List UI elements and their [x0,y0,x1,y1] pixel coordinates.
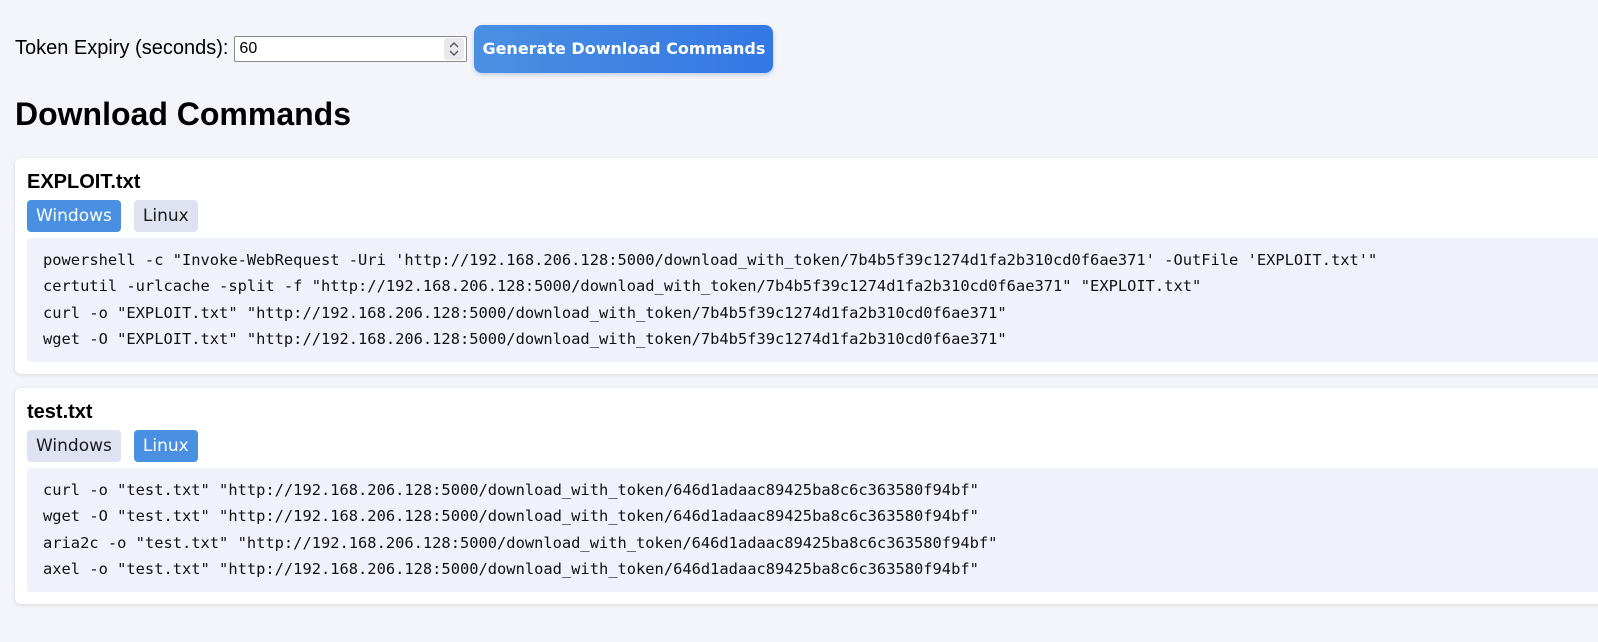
chevron-up-icon[interactable] [446,40,462,49]
command-line: curl -o "EXPLOIT.txt" "http://192.168.20… [43,303,1007,322]
command-line: axel -o "test.txt" "http://192.168.206.1… [43,559,979,578]
os-tabs: Windows Linux [27,430,198,462]
command-line: aria2c -o "test.txt" "http://192.168.206… [43,533,998,552]
file-card-exploit: EXPLOIT.txt Windows Linux powershell -c … [15,158,1598,374]
token-toolbar: Token Expiry (seconds): Generate Downloa… [15,24,774,73]
command-line: certutil -urlcache -split -f "http://192… [43,277,1202,296]
tab-windows[interactable]: Windows [27,430,121,462]
token-expiry-field[interactable] [234,35,468,62]
command-line: powershell -c "Invoke-WebRequest -Uri 'h… [43,251,1378,269]
command-block: curl -o "test.txt" "http://192.168.206.1… [27,468,1598,592]
token-expiry-input[interactable] [235,36,444,61]
tab-linux[interactable]: Linux [133,430,198,462]
command-line: wget -O "test.txt" "http://192.168.206.1… [43,507,979,526]
command-line: wget -O "EXPLOIT.txt" "http://192.168.20… [43,329,1007,348]
token-expiry-stepper[interactable] [444,37,465,60]
chevron-down-icon[interactable] [446,49,462,58]
token-expiry-label: Token Expiry (seconds): [15,37,229,59]
generate-download-commands-button[interactable]: Generate Download Commands [474,24,774,73]
command-line: curl -o "test.txt" "http://192.168.206.1… [43,481,979,499]
tab-linux[interactable]: Linux [133,200,198,232]
file-name: test.txt [27,401,93,423]
file-card-test: test.txt Windows Linux curl -o "test.txt… [15,388,1598,604]
os-tabs: Windows Linux [27,200,198,232]
command-block: powershell -c "Invoke-WebRequest -Uri 'h… [27,238,1598,362]
tab-windows[interactable]: Windows [27,200,121,232]
file-name: EXPLOIT.txt [27,171,141,193]
section-title: Download Commands [15,96,352,132]
